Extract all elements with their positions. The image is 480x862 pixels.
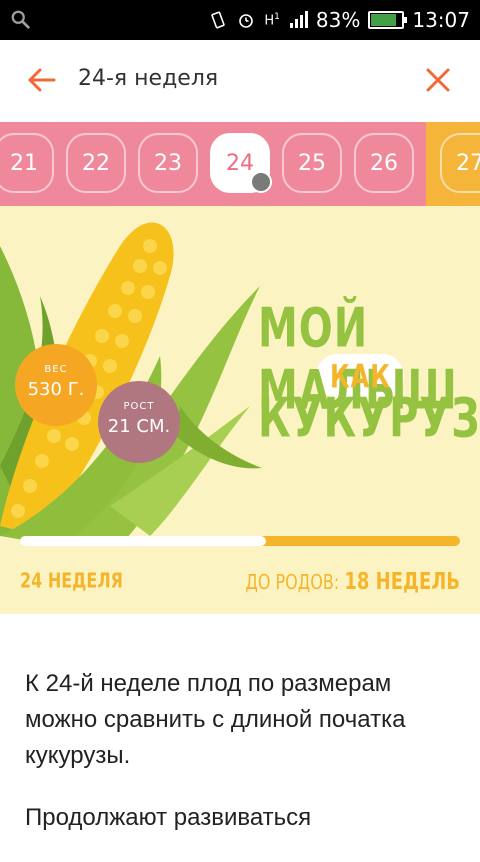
week-item-21[interactable]: 21 — [0, 133, 54, 193]
close-icon[interactable] — [418, 60, 458, 100]
network-type: H1 — [264, 11, 280, 29]
app-bar: 24-я неделя — [0, 40, 480, 122]
week-item-26[interactable]: 26 — [354, 133, 414, 193]
battery-percent: 83% — [315, 8, 361, 32]
week-item-25[interactable]: 25 — [282, 133, 342, 193]
avatar — [250, 171, 272, 193]
article-paragraph: К 24-й неделе плод по размерам можно сра… — [25, 670, 406, 769]
height-badge: РОСТ 21 СМ. — [98, 381, 180, 463]
status-bar: H1 83% 13:07 — [0, 0, 480, 40]
clock: 13:07 — [412, 8, 470, 32]
weight-badge: ВЕС 530 Г. — [15, 344, 97, 426]
page-title: 24-я неделя — [78, 66, 219, 91]
remaining-value: 18 НЕДЕЛЬ — [344, 568, 460, 596]
article-paragraph: Продолжают развиваться — [25, 804, 312, 831]
weight-value: 530 Г. — [27, 379, 85, 400]
vibrate-icon — [211, 11, 226, 29]
week-item-27[interactable]: 27 — [440, 133, 480, 193]
week-selector: 21 22 23 24 25 26 27 — [0, 122, 480, 206]
article-body: К 24-й неделе плод по размерам можно сра… — [25, 666, 465, 862]
arrow-left-icon[interactable] — [22, 60, 62, 100]
height-value: 21 СМ. — [107, 416, 171, 437]
remaining-prefix: ДО РОДОВ: — [245, 569, 340, 594]
current-week-label: 24 НЕДЕЛЯ — [20, 568, 123, 593]
banner-title-line3: КУКУРУЗА — [258, 388, 480, 451]
week-item-23[interactable]: 23 — [138, 133, 198, 193]
height-caption: РОСТ — [123, 401, 155, 412]
progress-fill — [20, 536, 267, 546]
comparison-banner: МОЙ МАЛЫШ КАК КУКУРУЗА ВЕС 530 Г. РОСТ 2… — [0, 206, 480, 614]
remaining-label: ДО РОДОВ: 18 НЕДЕЛЬ — [245, 568, 460, 595]
signal-icon — [289, 11, 308, 28]
week-item-22[interactable]: 22 — [66, 133, 126, 193]
status-icons: H1 83% 13:07 — [208, 0, 470, 40]
search-icon — [11, 10, 30, 29]
weight-caption: ВЕС — [44, 364, 68, 375]
week-future-section: 27 — [426, 122, 480, 206]
pregnancy-progress-bar — [20, 536, 460, 546]
battery-icon — [368, 11, 408, 29]
alarm-icon — [239, 14, 254, 28]
